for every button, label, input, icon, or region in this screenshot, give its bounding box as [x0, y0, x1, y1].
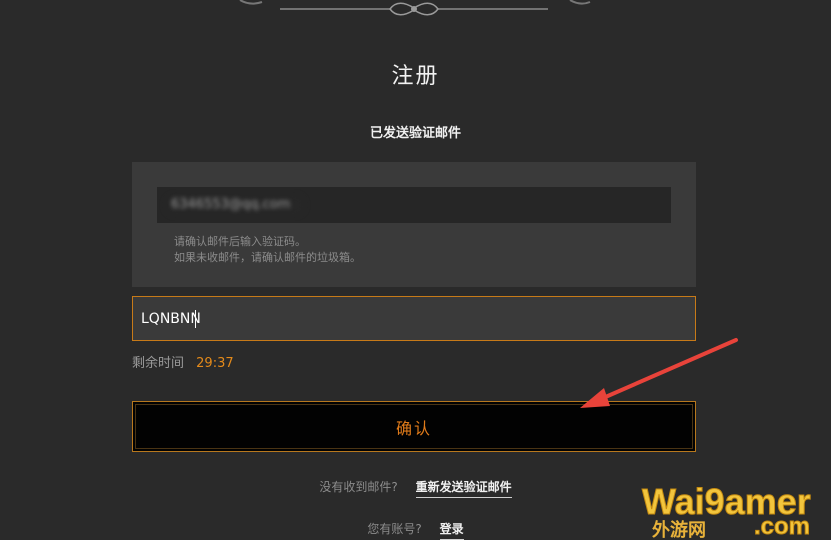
- email-hint-line1: 请确认邮件后输入验证码。: [174, 235, 306, 248]
- email-panel: 6346553@qq.com 请确认邮件后输入验证码。 如果未收邮件，请确认邮件…: [132, 162, 696, 287]
- page-subtitle: 已发送验证邮件: [369, 126, 461, 141]
- annotation-arrow: [580, 338, 738, 408]
- watermark-chinese: 外游网: [652, 519, 706, 540]
- login-prompt: 您有账号?: [367, 522, 422, 536]
- watermark-logo: Wai9amer 外游网 .com: [642, 481, 812, 540]
- header-ornament: [239, 0, 591, 16]
- text-caret: [195, 310, 196, 328]
- timer-value: 29:37: [196, 356, 234, 371]
- confirm-button-label: 确认: [395, 418, 432, 438]
- email-value: 6346553@qq.com: [171, 197, 291, 212]
- resend-email-link[interactable]: 重新发送验证邮件: [415, 480, 512, 498]
- timer-row: 剩余时间 29:37: [132, 352, 234, 371]
- watermark-domain: .com: [754, 513, 810, 540]
- email-field: 6346553@qq.com: [157, 187, 671, 223]
- login-link[interactable]: 登录: [439, 522, 464, 540]
- email-hint-line2: 如果未收邮件，请确认邮件的垃圾箱。: [174, 251, 361, 264]
- timer-label: 剩余时间: [132, 356, 185, 371]
- resend-prompt: 没有收到邮件?: [319, 480, 398, 494]
- page-title: 注册: [391, 64, 440, 89]
